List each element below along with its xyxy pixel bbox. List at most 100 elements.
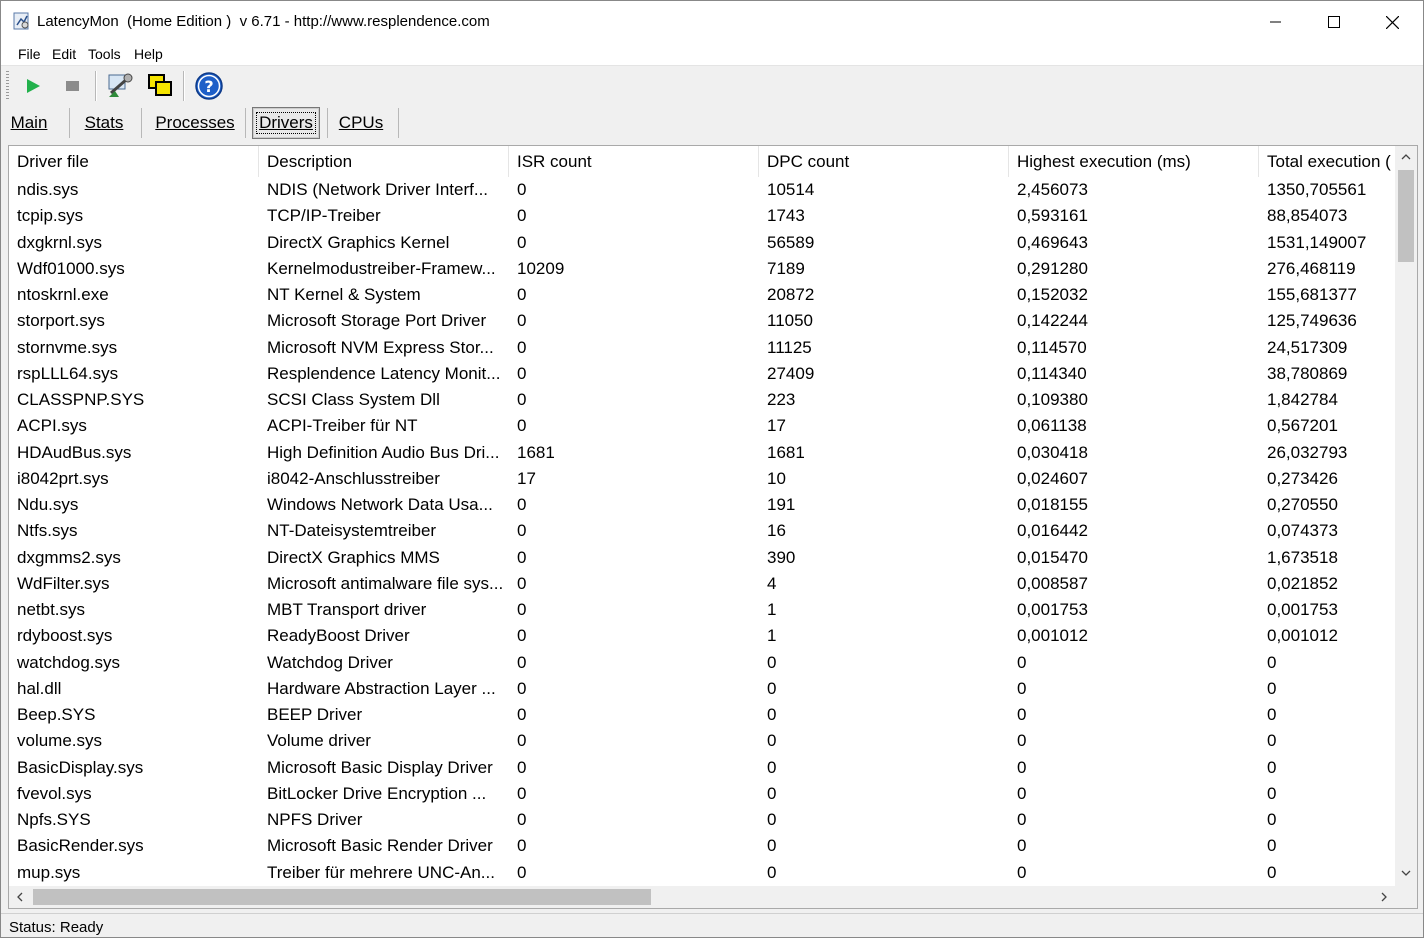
tools-button[interactable] — [104, 70, 136, 102]
highest-execution-cell: 0,114570 — [1017, 337, 1087, 357]
table-row[interactable]: i8042prt.sys i8042-Anschlusstreiber 17 10 0,… — [9, 466, 1395, 492]
horizontal-scrollbar[interactable] — [9, 886, 1395, 908]
column-header-isr-count[interactable]: ISR count — [509, 146, 759, 177]
windows-button[interactable] — [144, 70, 176, 102]
dpc-count-cell: 0 — [767, 731, 777, 751]
tab-cpus[interactable]: CPUs — [335, 107, 387, 139]
scroll-left-button[interactable] — [9, 886, 31, 908]
driver-file-cell: netbt.sys — [17, 600, 86, 619]
toolbar-separator — [183, 71, 185, 101]
table-row[interactable]: watchdog.sys Watchdog Driver 0 0 0 0 — [9, 650, 1395, 676]
driver-file-cell: dxgmms2.sys — [17, 547, 121, 567]
table-row[interactable]: ACPI.sys ACPI-Treiber für NT 0 17 0,061138 0,… — [9, 413, 1395, 439]
status-text: Status: Ready — [9, 919, 104, 936]
table-row[interactable]: CLASSPNP.SYS SCSI Class System Dll 0 223 0,1… — [9, 387, 1395, 413]
dpc-count-cell: 0 — [767, 705, 777, 724]
table-row[interactable]: netbt.sys MBT Transport driver 0 1 0,001753 0… — [9, 597, 1395, 623]
table-row[interactable]: Beep.SYS BEEP Driver 0 0 0 0 — [9, 702, 1395, 728]
table-row[interactable]: BasicDisplay.sys Microsoft Basic Display … — [9, 755, 1395, 781]
description-cell: Resplendence Latency Monit... — [267, 363, 501, 383]
menu-tools[interactable]: Tools — [88, 46, 121, 62]
tab-separator — [245, 108, 246, 138]
stop-button[interactable] — [56, 70, 88, 102]
table-row[interactable]: Ndu.sys Windows Network Data Usa... 0 191 0,… — [9, 492, 1395, 518]
table-row[interactable]: rdyboost.sys ReadyBoost Driver 0 1 0,001012 0… — [9, 623, 1395, 649]
column-header-driver-file[interactable]: Driver file — [9, 146, 259, 177]
column-header-dpc-count[interactable]: DPC count — [759, 146, 1009, 177]
total-execution-cell: 125,749636 — [1267, 311, 1357, 331]
table-row[interactable]: ndis.sys NDIS (Network Driver Interf... 0 1… — [9, 177, 1395, 203]
table-row[interactable]: BasicRender.sys Microsoft Basic Render Dr… — [9, 833, 1395, 859]
highest-execution-cell: 0,024607 — [1017, 468, 1088, 488]
tab-cpus-label: CPUs — [338, 113, 384, 132]
isr-count-cell: 0 — [517, 232, 527, 252]
driver-file-cell: ndis.sys — [17, 180, 79, 199]
table-row[interactable]: Npfs.SYS NPFS Driver 0 0 0 0 — [9, 807, 1395, 833]
driver-file-cell: fvevol.sys — [17, 783, 92, 803]
dpc-count-cell: 4 — [767, 573, 777, 593]
highest-execution-cell: 0,001012 — [1017, 626, 1088, 646]
vertical-scrollbar[interactable] — [1395, 146, 1417, 886]
column-header-total-execution[interactable]: Total execution ( — [1259, 146, 1395, 177]
start-button[interactable] — [17, 70, 49, 102]
table-row[interactable]: storport.sys Microsoft Storage Port Drive… — [9, 308, 1395, 334]
tab-processes[interactable]: Processes — [151, 107, 239, 139]
highest-execution-cell: 0,114340 — [1017, 363, 1087, 383]
highest-execution-cell: 0,030418 — [1017, 442, 1088, 462]
help-button[interactable]: ? — [193, 70, 225, 102]
column-header-description[interactable]: Description — [259, 146, 509, 177]
table-row[interactable]: WdFilter.sys Microsoft antimalware file s… — [9, 571, 1395, 597]
list-rows: ndis.sys NDIS (Network Driver Interf... 0 1… — [9, 177, 1395, 885]
menu-edit-label: Edit — [52, 46, 77, 62]
highest-execution-cell: 0,469643 — [1017, 232, 1088, 252]
table-row[interactable]: HDAudBus.sys High Definition Audio Bus Dr… — [9, 440, 1395, 466]
table-row[interactable]: stornvme.sys Microsoft NVM Express Stor..… — [9, 335, 1395, 361]
description-cell: SCSI Class System Dll — [267, 390, 440, 409]
toolbar-separator — [95, 71, 97, 101]
driver-file-cell: watchdog.sys — [17, 652, 120, 672]
table-row[interactable]: rspLLL64.sys Resplendence Latency Monit..… — [9, 361, 1395, 387]
highest-execution-cell: 0,109380 — [1017, 390, 1088, 409]
tab-drivers[interactable]: Drivers — [252, 107, 320, 139]
close-button[interactable] — [1363, 1, 1421, 43]
isr-count-cell: 0 — [517, 600, 527, 619]
svg-text:?: ? — [204, 77, 213, 96]
scroll-down-button[interactable] — [1395, 862, 1417, 884]
total-execution-cell: 0 — [1267, 783, 1277, 803]
minimize-button[interactable] — [1247, 1, 1305, 43]
tab-main[interactable]: Main — [5, 107, 53, 139]
table-row[interactable]: ntoskrnl.exe NT Kernel & System 0 20872 0,15… — [9, 282, 1395, 308]
dpc-count-cell: 390 — [767, 547, 796, 567]
tab-stats[interactable]: Stats — [77, 107, 131, 139]
highest-execution-cell: 0 — [1017, 652, 1027, 672]
toolbar: ? — [1, 67, 1423, 105]
description-cell: Microsoft Basic Display Driver — [267, 757, 493, 777]
menu-file[interactable]: File — [18, 46, 41, 62]
driver-file-cell: rspLLL64.sys — [17, 363, 119, 383]
menu-edit[interactable]: Edit — [52, 46, 76, 62]
table-row[interactable]: dxgkrnl.sys DirectX Graphics Kernel 0 56589… — [9, 230, 1395, 256]
menu-help[interactable]: Help — [134, 46, 163, 62]
table-row[interactable]: Ntfs.sys NT-Dateisystemtreiber 0 16 0,016442… — [9, 518, 1395, 544]
highest-execution-cell: 0 — [1017, 862, 1027, 882]
scroll-right-button[interactable] — [1373, 886, 1395, 908]
table-row[interactable]: dxgmms2.sys DirectX Graphics MMS 0 390 0,015… — [9, 545, 1395, 571]
drivers-list[interactable]: Driver file Description ISR count DPC co… — [8, 145, 1418, 909]
dpc-count-cell: 27409 — [767, 363, 815, 383]
scroll-up-button[interactable] — [1395, 146, 1417, 168]
table-row[interactable]: hal.dll Hardware Abstraction Layer ... 0 0 0… — [9, 676, 1395, 702]
total-execution-cell: 0,021852 — [1267, 573, 1338, 593]
dpc-count-cell: 10 — [767, 468, 786, 488]
column-header-highest-execution[interactable]: Highest execution (ms) — [1009, 146, 1259, 177]
toolbar-grip[interactable] — [6, 71, 9, 101]
table-row[interactable]: volume.sys Volume driver 0 0 0 0 — [9, 728, 1395, 754]
description-cell: Kernelmodustreiber-Framew... — [267, 258, 496, 278]
horizontal-scroll-thumb[interactable] — [33, 889, 651, 905]
table-row[interactable]: tcpip.sys TCP/IP-Treiber 0 1743 0,593161 88,8… — [9, 203, 1395, 229]
table-row[interactable]: Wdf01000.sys Kernelmodustreiber-Framew...… — [9, 256, 1395, 282]
tab-separator — [398, 108, 399, 138]
table-row[interactable]: mup.sys Treiber für mehrere UNC-An... 0 0 0 0 — [9, 860, 1395, 886]
vertical-scroll-thumb[interactable] — [1398, 170, 1414, 262]
table-row[interactable]: fvevol.sys BitLocker Drive Encryption ...… — [9, 781, 1395, 807]
maximize-button[interactable] — [1305, 1, 1363, 43]
